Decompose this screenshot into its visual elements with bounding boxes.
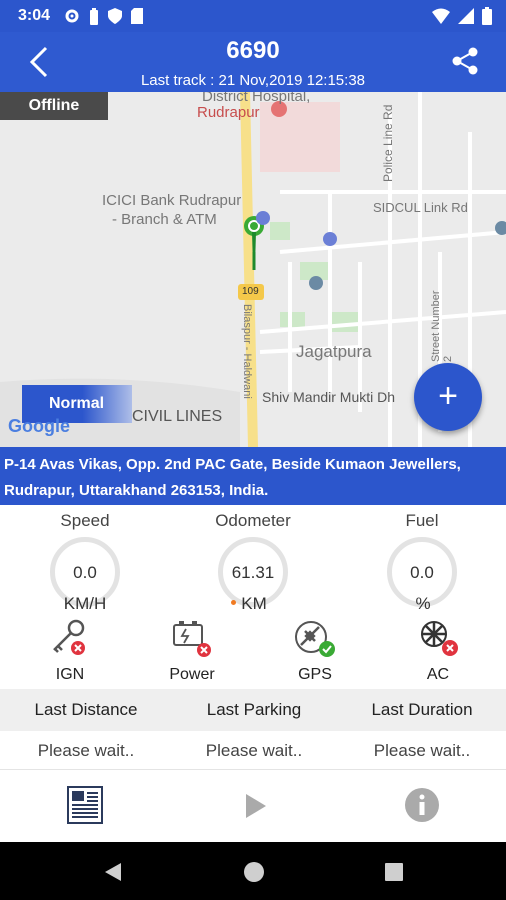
power-label: Power xyxy=(169,666,215,683)
fuel-value: 0.0 xyxy=(410,563,434,582)
last-info-table: Last Distance Last Parking Last Duration… xyxy=(0,689,506,769)
fuel-label: Fuel xyxy=(405,511,439,530)
map-label-civil-lines: CIVIL LINES xyxy=(132,408,223,425)
speed-value: 0.0 xyxy=(73,563,97,582)
offline-badge: Offline xyxy=(0,92,108,120)
power-battery-icon xyxy=(173,621,211,657)
speed-unit: KM/H xyxy=(63,594,107,613)
app-header: 6690 Last track : 21 Nov,2019 12:15:38 xyxy=(0,32,506,92)
map-label-jagatpura: Jagatpura xyxy=(296,342,372,361)
map-label-icici-branch: - Branch & ATM xyxy=(112,211,217,228)
map-view[interactable]: District Hospital, Rudrapur ICICI Bank R… xyxy=(0,92,506,447)
last-parking-value: Please wait.. xyxy=(205,741,303,760)
fuel-unit: % xyxy=(415,594,431,613)
route-109-badge: 109 xyxy=(242,286,259,297)
clock: 3:04 xyxy=(18,7,51,24)
vehicle-title: 6690 xyxy=(226,37,280,64)
info-icon[interactable] xyxy=(404,787,440,823)
shield-icon xyxy=(108,8,122,24)
map-label-shiv-mandir: Shiv Mandir Mukti Dh xyxy=(262,389,396,405)
last-track-text: Last track : 21 Nov,2019 12:15:38 xyxy=(140,72,366,89)
sd-card-icon xyxy=(131,8,143,24)
status-bar: 3:04 xyxy=(0,0,506,32)
signal-icon xyxy=(458,8,474,24)
speed-label: Speed xyxy=(60,511,110,530)
ac-snowflake-icon xyxy=(421,621,458,656)
ign-label: IGN xyxy=(55,666,85,683)
map-label-icici: ICICI Bank Rudrapur xyxy=(102,192,242,209)
address-bar: P-14 Avas Vikas, Opp. 2nd PAC Gate, Besi… xyxy=(0,447,506,505)
map-label-police-line: Police Line Rd xyxy=(381,104,395,182)
gear-icon xyxy=(65,9,79,23)
map-label-rudrapur: Rudrapur xyxy=(197,104,260,121)
last-distance-header: Last Distance xyxy=(34,700,138,719)
nav-recents-icon[interactable] xyxy=(384,862,404,882)
odometer-unit: KM xyxy=(241,594,267,613)
gps-label: GPS xyxy=(298,666,332,683)
last-duration-header: Last Duration xyxy=(371,700,473,719)
share-icon[interactable] xyxy=(450,46,480,76)
ac-label: AC xyxy=(426,666,450,683)
map-label-bilaspur-road: Bilaspur - Haldwani xyxy=(241,304,253,399)
odometer-label: Odometer xyxy=(215,511,291,530)
last-parking-header: Last Parking xyxy=(206,700,302,719)
map-label-street-2: Street Number 2 xyxy=(430,290,454,362)
gps-satellite-icon xyxy=(295,621,335,657)
key-icon xyxy=(53,619,85,655)
last-duration-value: Please wait.. xyxy=(373,741,471,760)
play-icon[interactable] xyxy=(244,792,268,820)
map-label-sidcul: SIDCUL Link Rd xyxy=(373,200,468,215)
battery-status-icon xyxy=(90,8,98,25)
odometer-value: 61.31 xyxy=(231,563,275,582)
add-fab-button[interactable]: + xyxy=(414,363,482,431)
system-nav-bar xyxy=(0,842,506,900)
nav-back-icon[interactable] xyxy=(103,861,123,883)
bottom-toolbar xyxy=(0,769,506,842)
nav-home-icon[interactable] xyxy=(243,861,265,883)
report-icon[interactable] xyxy=(67,786,103,824)
google-logo: Google xyxy=(8,416,70,436)
wifi-icon xyxy=(432,8,450,24)
last-distance-value: Please wait.. xyxy=(37,741,135,760)
battery-icon xyxy=(482,7,492,25)
